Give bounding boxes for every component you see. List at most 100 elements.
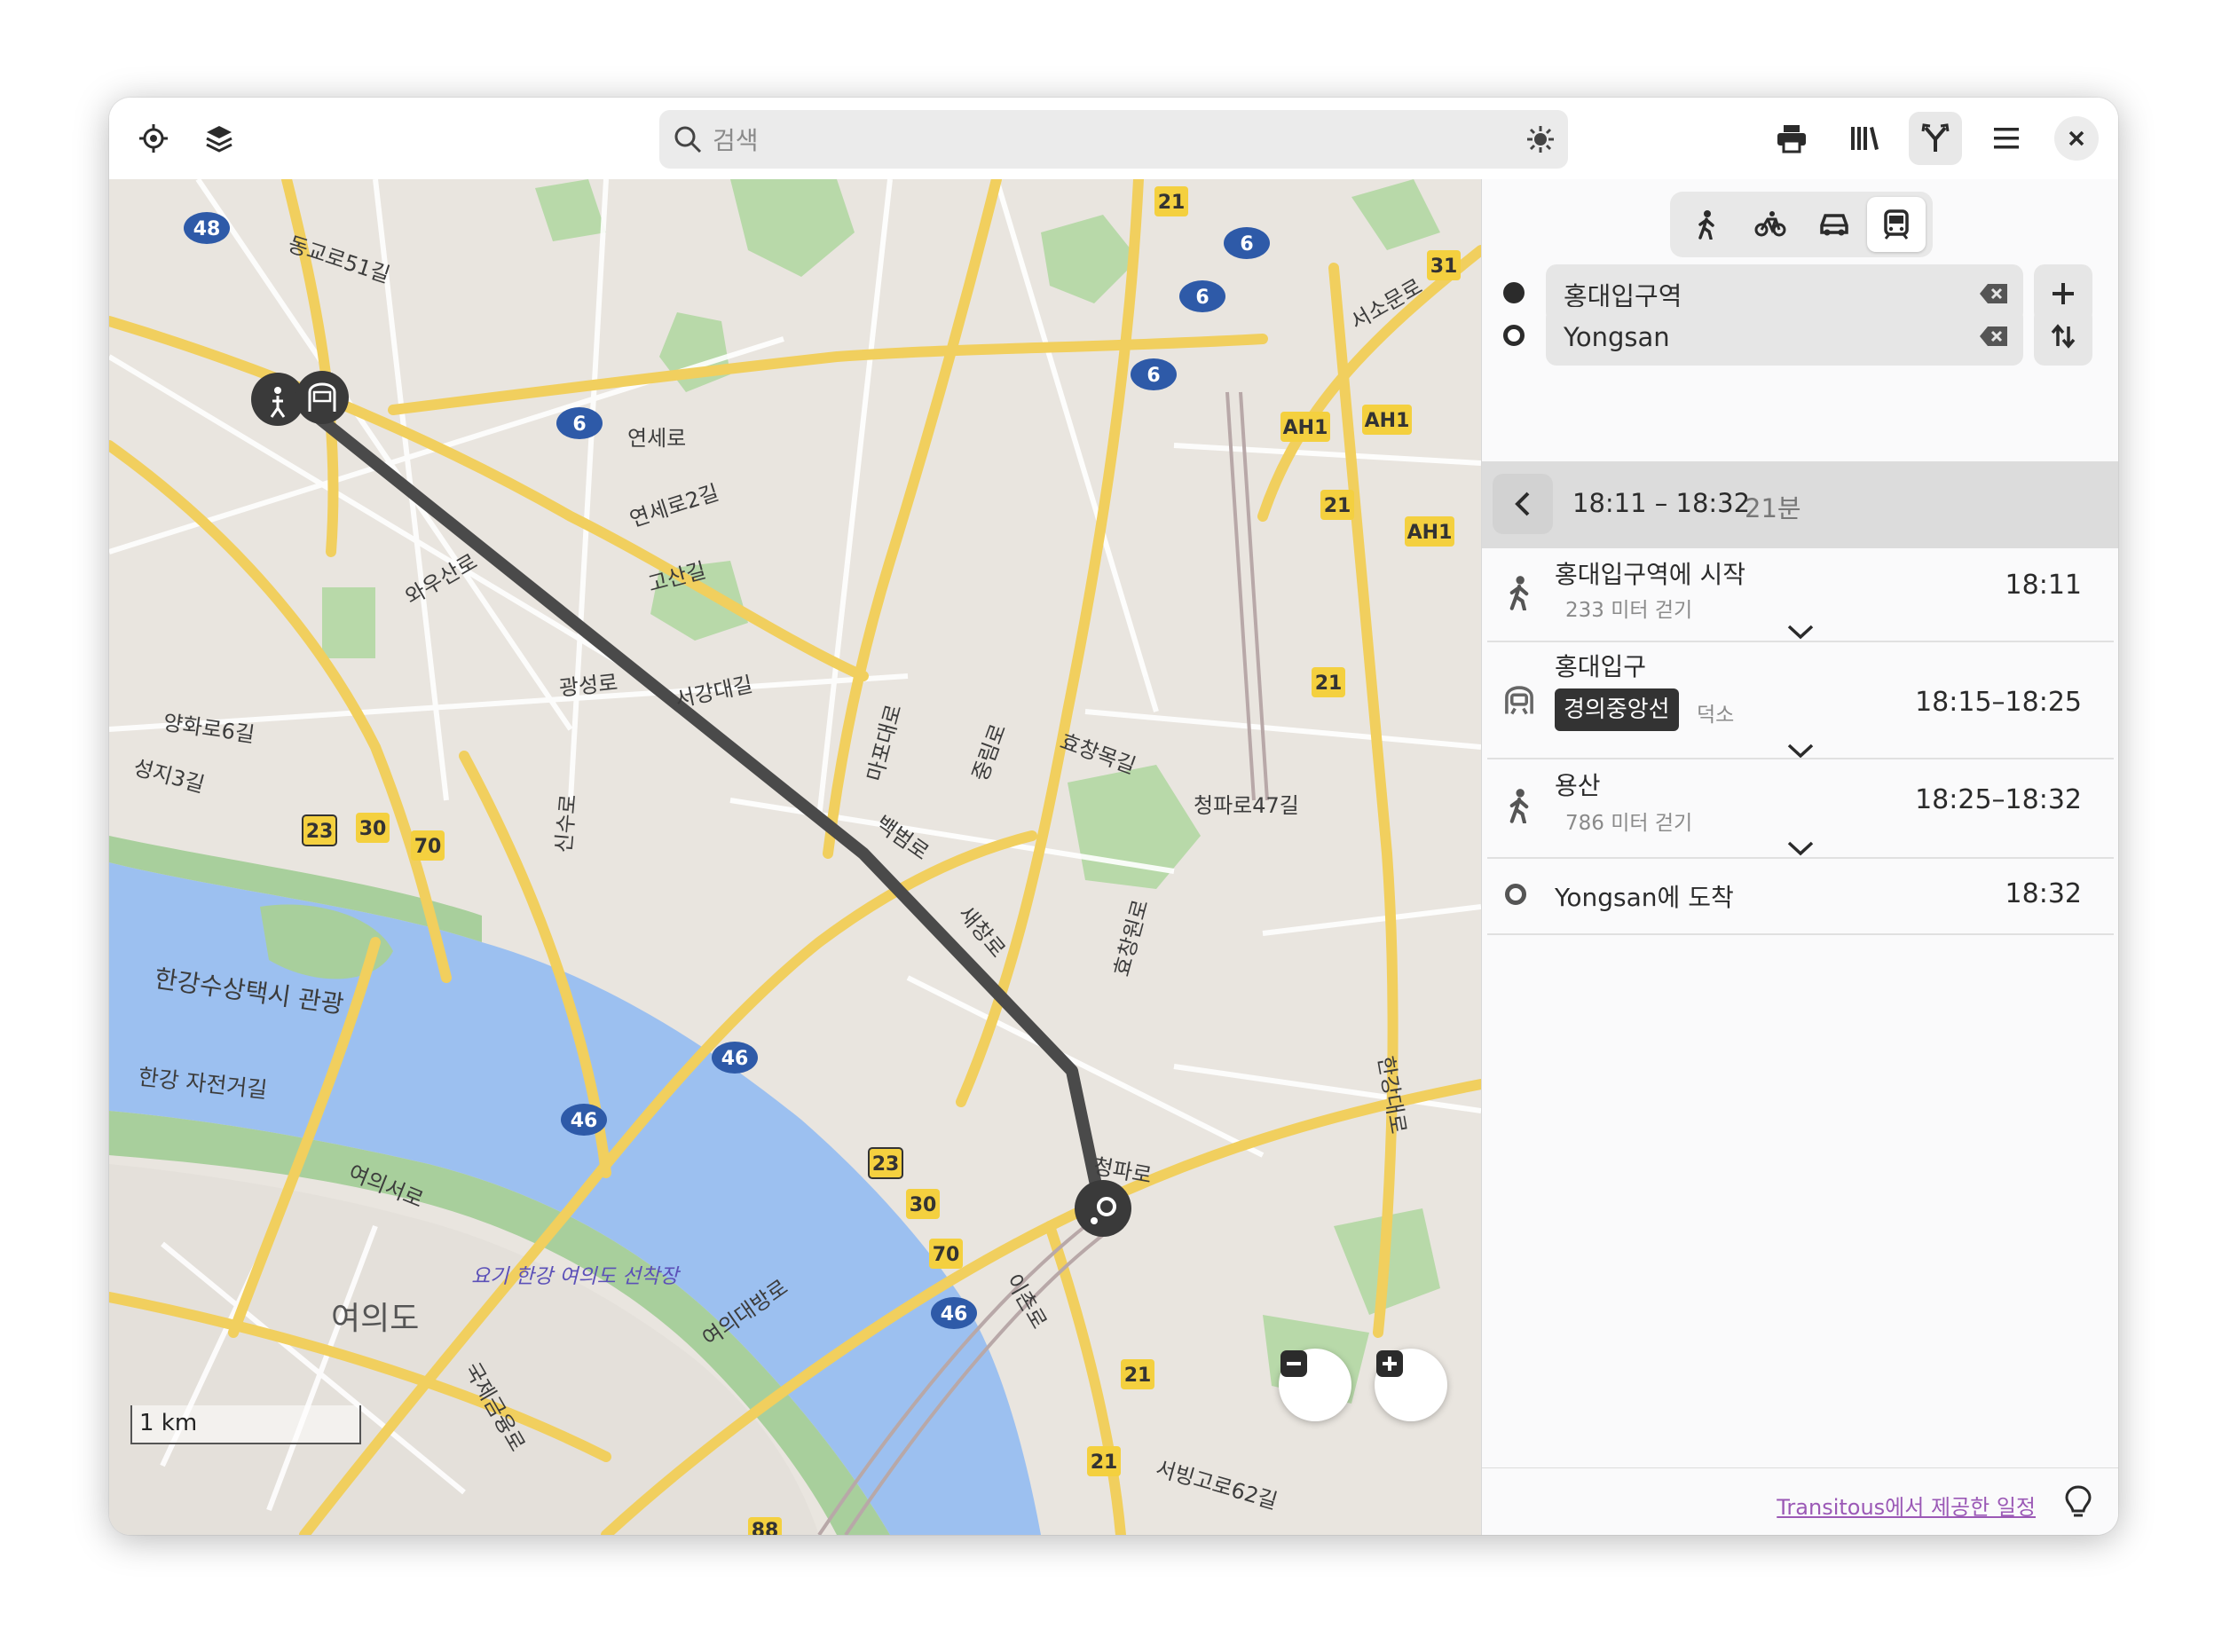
map-label: 청파로47길 bbox=[1194, 793, 1299, 818]
svg-text:6: 6 bbox=[1146, 365, 1160, 387]
print-button[interactable] bbox=[1765, 112, 1818, 165]
layers-icon bbox=[206, 126, 232, 153]
svg-text:AH1: AH1 bbox=[1407, 522, 1453, 544]
hamburger-icon bbox=[1994, 128, 2019, 149]
chevron-down-icon[interactable] bbox=[1785, 623, 1816, 641]
svg-text:88: 88 bbox=[752, 1520, 779, 1535]
swap-icon bbox=[2051, 324, 2076, 349]
step-time: 18:32 bbox=[2005, 878, 2082, 909]
zoom-in-button[interactable] bbox=[1375, 1349, 1447, 1421]
svg-text:6: 6 bbox=[1240, 233, 1253, 256]
svg-text:46: 46 bbox=[571, 1110, 598, 1132]
svg-text:AH1: AH1 bbox=[1283, 417, 1328, 439]
map-scale: 1 km bbox=[130, 1405, 361, 1444]
itinerary-summary: 18:11 – 18:32 21분 bbox=[1482, 461, 2118, 548]
route-split-icon bbox=[1921, 123, 1950, 152]
search-icon bbox=[674, 126, 702, 153]
svg-text:23: 23 bbox=[306, 821, 334, 843]
svg-text:70: 70 bbox=[933, 1244, 960, 1266]
mode-transit-button[interactable] bbox=[1867, 197, 1926, 252]
poi-icon[interactable] bbox=[1525, 124, 1556, 154]
chevron-down-icon[interactable] bbox=[1785, 839, 1816, 857]
transit-direction: 덕소 bbox=[1697, 704, 1735, 727]
step-time: 18:11 bbox=[2005, 570, 2082, 601]
step-time: 18:25–18:32 bbox=[1915, 784, 2082, 815]
library-button[interactable] bbox=[1838, 112, 1891, 165]
step-subtitle: 233 미터 걷기 bbox=[1565, 599, 1693, 622]
chevron-down-icon[interactable] bbox=[1785, 742, 1816, 759]
train-icon bbox=[1505, 686, 1533, 715]
plus-icon bbox=[2053, 283, 2074, 304]
car-icon bbox=[1820, 214, 1848, 236]
mode-bike-button[interactable] bbox=[1741, 197, 1800, 252]
walk-icon bbox=[1698, 210, 1714, 240]
destination-dot-icon bbox=[1503, 325, 1525, 346]
search-bar[interactable] bbox=[659, 110, 1568, 170]
walk-icon bbox=[1509, 789, 1529, 823]
step-title: 용산 bbox=[1555, 771, 1601, 800]
svg-text:21: 21 bbox=[1315, 673, 1343, 695]
app-window: 48 6 6 6 6 46 46 46 21 21 21 21 21 31 AH… bbox=[109, 98, 2118, 1535]
svg-text:46: 46 bbox=[721, 1048, 749, 1070]
destination-marker[interactable] bbox=[1075, 1180, 1131, 1237]
map-canvas[interactable]: 48 6 6 6 6 46 46 46 21 21 21 21 21 31 AH… bbox=[109, 179, 1481, 1535]
library-icon bbox=[1851, 127, 1879, 150]
svg-text:6: 6 bbox=[572, 413, 586, 436]
zoom-out-icon bbox=[1280, 1350, 1307, 1377]
map-label: 여의도 bbox=[331, 1301, 419, 1337]
mode-car-button[interactable] bbox=[1805, 197, 1863, 252]
walk-icon bbox=[1509, 576, 1529, 610]
divider bbox=[1487, 933, 2114, 935]
locate-button[interactable] bbox=[127, 112, 180, 165]
close-button[interactable] bbox=[2054, 116, 2099, 161]
itinerary-step[interactable]: 홍대입구역에 시작 233 미터 걷기 18:11 bbox=[1482, 550, 2118, 641]
destination-entry[interactable] bbox=[1546, 307, 2023, 367]
svg-text:21: 21 bbox=[1124, 1365, 1152, 1387]
divider bbox=[1487, 857, 2114, 859]
header-bar bbox=[109, 98, 2118, 180]
svg-text:70: 70 bbox=[414, 836, 442, 858]
svg-text:21: 21 bbox=[1091, 1451, 1118, 1474]
map-view[interactable]: 48 6 6 6 6 46 46 46 21 21 21 21 21 31 AH… bbox=[109, 179, 1481, 1535]
route-sidebar: 18:11 – 18:32 21분 홍대입구역에 시작 233 미터 걷기 18… bbox=[1481, 179, 2118, 1535]
layers-button[interactable] bbox=[193, 112, 246, 165]
step-title: 홍대입구역에 시작 bbox=[1555, 560, 1745, 589]
origin-dot-icon bbox=[1503, 282, 1525, 303]
svg-text:21: 21 bbox=[1324, 495, 1351, 517]
map-label: 요기 한강 여의도 선착장 bbox=[471, 1265, 681, 1288]
start-train-marker[interactable] bbox=[295, 371, 349, 424]
zoom-out-button[interactable] bbox=[1279, 1349, 1351, 1421]
route-planner-button[interactable] bbox=[1909, 112, 1962, 165]
search-input[interactable] bbox=[711, 110, 1513, 170]
print-icon bbox=[1777, 125, 1806, 153]
swap-button[interactable] bbox=[2034, 307, 2092, 366]
itinerary-duration: 21분 bbox=[1745, 493, 1801, 523]
chevron-left-icon bbox=[1515, 492, 1530, 516]
attribution-link[interactable]: Transitous에서 제공한 일정 bbox=[1777, 1490, 2036, 1521]
itinerary-step[interactable]: 용산 786 미터 걷기 18:25–18:32 bbox=[1482, 761, 2118, 857]
itinerary-step[interactable]: 홍대입구 경의중앙선 덕소 18:15–18:25 bbox=[1482, 644, 2118, 759]
train-icon bbox=[1884, 209, 1909, 240]
step-title: Yongsan에 도착 bbox=[1555, 883, 1734, 912]
lightbulb-icon[interactable] bbox=[2062, 1484, 2094, 1520]
svg-text:21: 21 bbox=[1158, 192, 1186, 214]
itinerary-step[interactable]: Yongsan에 도착 18:32 bbox=[1482, 861, 2118, 932]
svg-text:6: 6 bbox=[1195, 287, 1209, 309]
transport-mode-selector bbox=[1670, 192, 1933, 257]
svg-text:AH1: AH1 bbox=[1365, 410, 1410, 432]
itinerary-time-range: 18:11 – 18:32 bbox=[1572, 488, 1751, 518]
clear-destination-icon[interactable] bbox=[1979, 325, 2009, 348]
bike-icon bbox=[1754, 211, 1786, 237]
destination-input[interactable] bbox=[1562, 307, 1956, 367]
map-label: 신수로 bbox=[551, 793, 581, 854]
sidebar-footer: Transitous에서 제공한 일정 bbox=[1482, 1467, 2118, 1535]
close-icon bbox=[2068, 130, 2084, 146]
svg-text:48: 48 bbox=[193, 218, 221, 240]
main-menu-button[interactable] bbox=[1980, 112, 2033, 165]
svg-text:46: 46 bbox=[941, 1303, 968, 1326]
back-button[interactable] bbox=[1493, 474, 1553, 534]
step-time: 18:15–18:25 bbox=[1915, 687, 2082, 718]
mode-walk-button[interactable] bbox=[1677, 197, 1736, 252]
clear-origin-icon[interactable] bbox=[1979, 282, 2009, 305]
transit-line-badge: 경의중앙선 bbox=[1555, 688, 1679, 731]
